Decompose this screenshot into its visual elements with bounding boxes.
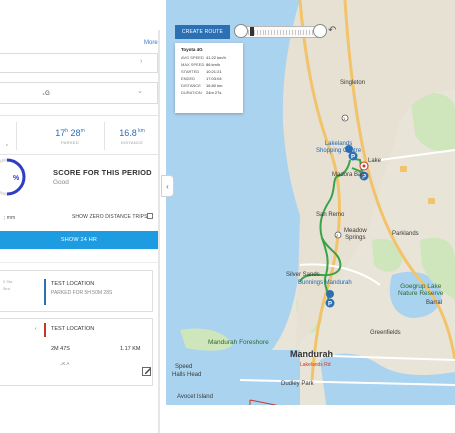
location-title: TEST LOCATION — [51, 326, 95, 332]
map-label-parklands: Parklands — [392, 231, 419, 237]
location-bar-red — [44, 323, 46, 337]
more-link[interactable]: More — [144, 40, 158, 46]
select-period[interactable]: › — [0, 53, 158, 73]
slider-tick — [306, 30, 308, 35]
location-parked-duration: PARKED FOR 5H 50M 28S — [51, 290, 113, 296]
trip-distance: 1.17 KM — [120, 346, 141, 352]
map-label-bunnings: Bunnings Mandurah — [298, 280, 352, 286]
stat-divider — [104, 122, 105, 150]
panel-border — [158, 30, 160, 433]
map-road-number: 2 — [336, 233, 339, 238]
slider-tick — [282, 30, 284, 35]
location-card[interactable]: 0 Sta 5tra TEST LOCATION PARKED FOR 5H 5… — [0, 270, 153, 312]
select-vehicle-value: ₊G — [42, 90, 50, 97]
slider-tick — [309, 30, 311, 35]
slider-tick — [274, 30, 276, 35]
slider-tick — [262, 30, 264, 35]
zero-distance-label: SHOW ZERO DISTANCE TRIPS — [72, 214, 148, 220]
section-divider — [0, 262, 158, 263]
slider-tick — [256, 30, 258, 35]
slider-tick — [288, 30, 290, 35]
stat-divider — [16, 122, 17, 150]
slider-tick — [285, 30, 287, 35]
trip-row: STARTED 10:21:21 — [181, 69, 222, 74]
trip-vehicle-name: Toyota 4G — [181, 47, 203, 52]
slider-tick — [259, 30, 261, 35]
map-label-halls-head: Halls Head — [172, 372, 202, 378]
create-route-button[interactable]: CREATE ROUTE — [175, 25, 230, 39]
slider-tick — [280, 30, 281, 35]
trip-row: AVG SPEED 41.22 km/h — [181, 55, 226, 60]
trip-row: MAX SPEED 86 km/h — [181, 62, 221, 67]
map-label-singleton: Singleton — [340, 80, 366, 86]
map-label-silver-sands: Silver Sands — [286, 272, 320, 278]
map-label-meadow-springs: Meadow Springs — [344, 228, 367, 241]
slider-tick — [297, 30, 299, 35]
stat-parked: 17h 28m PARKED — [40, 116, 100, 154]
map-bottom-fade — [150, 405, 455, 433]
show-24h-button[interactable]: SHOW 24 HR — [0, 231, 158, 249]
map-label-dudley-park: Dudley Park — [281, 381, 314, 387]
trip-row: DISTANCE 16.80 km — [181, 83, 223, 88]
slider-current-marker[interactable] — [250, 27, 254, 36]
slider-tick — [271, 30, 273, 35]
left-panel: More › ₊G ⌄ s 17h 28m PARKED 16.8 km DIS… — [0, 0, 166, 433]
score-subtitle: Good — [53, 179, 69, 186]
map-label-madora-bay: Madora Bay — [332, 172, 365, 178]
slider-start-handle[interactable] — [234, 24, 248, 38]
chevron-left-icon: ‹ — [35, 326, 37, 332]
chevron-down-icon: ⌄ — [137, 88, 143, 95]
stat-parked-label: PARKED — [61, 140, 79, 145]
trip-duration: 2M 47S — [51, 346, 70, 352]
location-title: TEST LOCATION — [51, 281, 95, 287]
map-road-number: 1 — [343, 116, 346, 121]
location-card[interactable]: ‹ TEST LOCATION 2M 47S 1.17 KM ₊K A — [0, 318, 153, 386]
edit-icon[interactable] — [142, 366, 152, 376]
zero-distance-checkbox[interactable] — [147, 213, 153, 219]
location-bar-blue — [44, 279, 46, 305]
map-label-speed: Speed — [175, 364, 193, 370]
map-label-san-remo: San Remo — [316, 212, 345, 218]
map-label-greenfields: Greenfields — [370, 330, 401, 336]
map-label-goegrup: Goegrup Lake Nature Reserve — [398, 283, 444, 297]
map-label-lakelands: Lakelands Shopping Centre — [316, 141, 362, 154]
trip-row: ENDED 17:03:04 — [181, 76, 222, 81]
slider-tick — [277, 30, 279, 35]
slider-tick — [265, 30, 267, 35]
slider-tick — [294, 30, 296, 35]
undo-icon[interactable]: ↶ — [328, 25, 336, 36]
map-label-avocet-island: Avocet Island — [177, 394, 213, 400]
stats-row: s 17h 28m PARKED 16.8 km DISTANCE — [0, 115, 158, 155]
slider-ticks — [245, 30, 316, 36]
stat-cell-truncated: s — [5, 142, 9, 147]
slider-tick — [247, 30, 249, 35]
map-label-lakelands-road: Lakelands Rd — [300, 362, 331, 368]
trip-extra: ₊K A — [60, 361, 70, 366]
score-ring-value: % — [13, 175, 20, 182]
trip-row: DURATION 24m 27s — [181, 90, 222, 95]
select-vehicle[interactable]: ₊G ⌄ — [0, 82, 158, 104]
chevron-right-icon: › — [140, 58, 143, 65]
map-label-mandurah: Mandurah — [290, 349, 334, 359]
map-label-lakelands-short: Lake — [368, 158, 382, 164]
chevron-left-icon: ‹ — [166, 181, 169, 191]
collapse-panel-button[interactable]: ‹ — [161, 175, 174, 197]
filter-left-text: ; mm — [4, 215, 16, 221]
map-label-barral: Barral — [426, 300, 443, 306]
score-ring-icon: % — [0, 158, 26, 196]
slider-end-handle[interactable] — [313, 24, 327, 38]
map-label-mandurah-foreshore: Mandurah Foreshore — [208, 339, 269, 346]
slider-tick — [291, 30, 293, 35]
stat-distance-label: DISTANCE — [120, 140, 144, 145]
slider-tick — [300, 30, 302, 35]
trip-info-card: Toyota 4G AVG SPEED 41.22 km/h MAX SPEED 8… — [175, 43, 243, 113]
stat-distance: 16.8 km DISTANCE — [106, 116, 158, 154]
slider-tick — [268, 30, 270, 35]
slider-tick — [303, 30, 305, 35]
score-title: SCORE FOR THIS PERIOD — [53, 168, 152, 177]
